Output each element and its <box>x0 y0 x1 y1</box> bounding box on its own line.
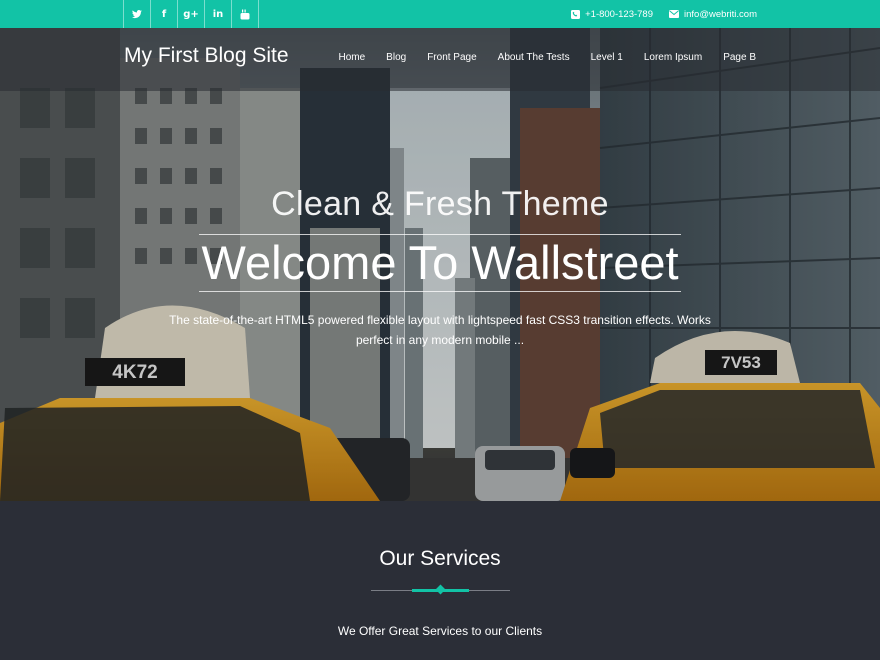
section-divider <box>371 584 510 595</box>
services-title: Our Services <box>379 547 501 570</box>
social-links: f g+ in <box>123 0 259 28</box>
menu-item-page-b[interactable]: Page B <box>723 52 756 63</box>
menu-item-level-1[interactable]: Level 1 <box>591 52 623 63</box>
twitter-icon[interactable] <box>123 0 150 28</box>
email-address[interactable]: info@webriti.com <box>684 9 757 20</box>
services-section: Our Services We Offer Great Services to … <box>0 501 880 660</box>
divider-diamond-icon <box>435 584 446 595</box>
hero-title-wrap: Welcome To Wallstreet <box>0 234 880 292</box>
phone-icon <box>571 9 581 19</box>
menu-item-front-page[interactable]: Front Page <box>427 52 476 63</box>
google-plus-icon[interactable]: g+ <box>177 0 204 28</box>
menu-item-about-the-tests[interactable]: About The Tests <box>498 52 570 63</box>
site-title[interactable]: My First Blog Site <box>124 44 289 68</box>
hero-slider: 4K72 7V53 My First Blog Site Home Blog F… <box>0 28 880 501</box>
menu-item-blog[interactable]: Blog <box>386 52 406 63</box>
email-item[interactable]: info@webriti.com <box>669 9 757 20</box>
main-menu: Home Blog Front Page About The Tests Lev… <box>317 52 756 63</box>
linkedin-icon[interactable]: in <box>204 0 231 28</box>
menu-item-home[interactable]: Home <box>338 52 365 63</box>
menu-item-lorem-ipsum[interactable]: Lorem Ipsum <box>644 52 702 63</box>
phone-item: +1-800-123-789 <box>571 9 653 20</box>
envelope-icon <box>669 10 679 18</box>
youtube-icon[interactable] <box>231 0 259 28</box>
hero-title: Welcome To Wallstreet <box>199 234 681 292</box>
facebook-icon[interactable]: f <box>150 0 177 28</box>
services-description: We Offer Great Services to our Clients <box>337 624 543 638</box>
contact-info: +1-800-123-789 info@webriti.com <box>555 0 757 28</box>
hero-subtitle: Clean & Fresh Theme <box>271 185 609 223</box>
hero-description: The state-of-the-art HTML5 powered flexi… <box>169 313 711 347</box>
main-header: My First Blog Site Home Blog Front Page … <box>0 28 880 91</box>
phone-number: +1-800-123-789 <box>585 8 653 20</box>
top-bar: f g+ in +1-800-123-789 info@webriti.com <box>0 0 880 28</box>
